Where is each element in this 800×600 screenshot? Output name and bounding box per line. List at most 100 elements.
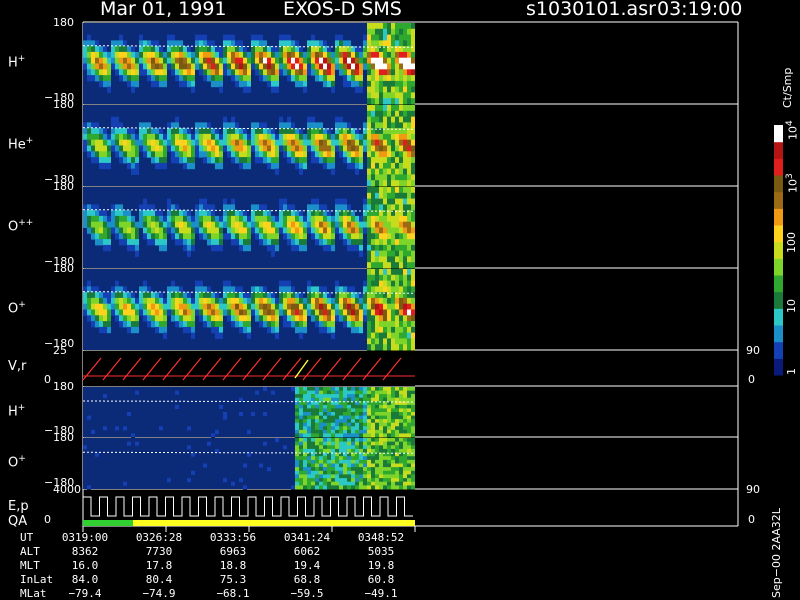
spectrogram-cell xyxy=(399,332,403,339)
spectrogram-cell xyxy=(223,215,227,223)
spectrogram-cell xyxy=(287,51,291,59)
spectrogram-cell xyxy=(363,397,367,402)
spectrogram-cell xyxy=(95,157,99,164)
spectrogram-cell xyxy=(319,321,323,328)
panel-label: V,r xyxy=(8,359,27,374)
spectrogram-cell xyxy=(103,69,107,76)
spectrogram-cell xyxy=(335,478,339,483)
spectrogram-cell xyxy=(407,441,411,446)
spectrogram-cell xyxy=(291,40,295,47)
spectrogram-cell xyxy=(275,157,279,164)
spectrogram-cell xyxy=(187,162,191,170)
spectrogram-cell xyxy=(295,467,299,472)
spectrogram-cell xyxy=(267,157,271,164)
spectrogram-cell xyxy=(175,227,179,234)
spectrogram-cell xyxy=(359,467,363,472)
spectrogram-cell xyxy=(307,116,311,123)
spectrogram-cell xyxy=(143,145,147,152)
spectrogram-cell xyxy=(139,145,143,152)
spectrogram-cell xyxy=(387,419,391,424)
spectrogram-cell xyxy=(319,151,323,158)
spectrogram-cell xyxy=(395,92,399,99)
spectrogram-cell xyxy=(351,408,355,413)
spectrogram-cell xyxy=(223,128,227,135)
spectrogram-cell xyxy=(107,75,111,82)
spectrogram-cell xyxy=(355,303,359,310)
spectrogram-cell xyxy=(339,315,343,322)
spectrogram-cell xyxy=(339,204,343,211)
spectrogram-cell xyxy=(379,433,383,438)
spectrogram-cell xyxy=(391,309,395,316)
spectrogram-cell xyxy=(231,57,235,64)
spectrogram-cell xyxy=(327,309,331,316)
spectrogram-cell xyxy=(263,309,267,316)
spectrogram-cell xyxy=(395,338,399,345)
spectrogram-cell xyxy=(155,51,159,59)
spectrogram-cell xyxy=(351,456,355,461)
spectrogram-cell xyxy=(367,57,371,64)
spectrogram-cell xyxy=(159,221,163,228)
spectrogram-cell xyxy=(323,474,327,479)
spectrogram-cell xyxy=(407,262,411,269)
spectrogram-cell xyxy=(259,221,263,228)
spectrogram-cell xyxy=(335,116,339,123)
spectrogram-cell xyxy=(403,459,407,464)
spectrogram-cell xyxy=(363,470,367,475)
spectrogram-cell xyxy=(151,321,155,328)
spectrogram-cell xyxy=(339,139,343,146)
spectrogram-cell xyxy=(363,34,367,41)
spectrogram-cell xyxy=(307,481,311,486)
spectrogram-cell xyxy=(303,478,307,483)
spectrogram-cell xyxy=(303,321,307,328)
spectrogram-cell xyxy=(247,292,251,299)
spectrogram-cell xyxy=(291,51,295,59)
spectrogram-cell xyxy=(167,221,171,228)
spectrogram-cell xyxy=(171,133,175,141)
spectrogram-cell xyxy=(411,227,415,234)
spectrogram-cell xyxy=(343,139,347,146)
spectrogram-cell xyxy=(335,63,339,70)
spectrogram-cell xyxy=(123,215,127,223)
spectrogram-cell xyxy=(183,69,187,76)
spectrogram-cell xyxy=(103,151,107,158)
spectrogram-cell xyxy=(383,467,387,472)
spectrogram-cell xyxy=(387,478,391,483)
spectrogram-cell xyxy=(367,390,371,395)
spectrogram-cell xyxy=(83,292,87,299)
spectrogram-cell xyxy=(171,221,175,228)
spectrogram-cell xyxy=(115,151,119,158)
spectrogram-cell xyxy=(179,145,183,152)
spectrogram-cell xyxy=(371,215,375,223)
spectrogram-cell xyxy=(159,69,163,76)
spectrogram-cell xyxy=(275,321,279,328)
spectrogram-cell xyxy=(403,86,407,93)
spectrogram-cell xyxy=(383,110,387,118)
spectrogram-cell xyxy=(407,162,411,170)
spectrogram-cell xyxy=(167,34,171,41)
spectrogram-cell xyxy=(383,51,387,59)
spectrogram-cell xyxy=(107,139,111,146)
spectrogram-cell xyxy=(235,63,239,70)
spectrogram-cell xyxy=(367,133,371,141)
spectrogram-cell xyxy=(331,227,335,234)
spectrogram-cell xyxy=(119,239,123,246)
spectrogram-cell xyxy=(279,122,283,129)
spectrogram-cell xyxy=(303,422,307,427)
spectrogram-cell xyxy=(207,157,211,164)
spectrogram-cell xyxy=(399,470,403,475)
spectrogram-cell xyxy=(399,174,403,181)
spectrogram-cell xyxy=(403,344,407,351)
spectrogram-cell xyxy=(383,387,387,392)
spectrogram-cell xyxy=(147,227,151,234)
spectrogram-cell xyxy=(331,387,335,392)
spectrogram-cell xyxy=(335,315,339,322)
spectrogram-cell xyxy=(207,210,211,217)
spectrogram-cell xyxy=(203,463,207,468)
spectrogram-cell xyxy=(135,221,139,228)
spectrogram-cell xyxy=(303,133,307,141)
spectrogram-cell xyxy=(407,239,411,246)
spectrogram-cell xyxy=(159,63,163,70)
spectrogram-cell xyxy=(355,467,359,472)
spectrogram-cell xyxy=(95,63,99,70)
spectrogram-cell xyxy=(139,69,143,76)
